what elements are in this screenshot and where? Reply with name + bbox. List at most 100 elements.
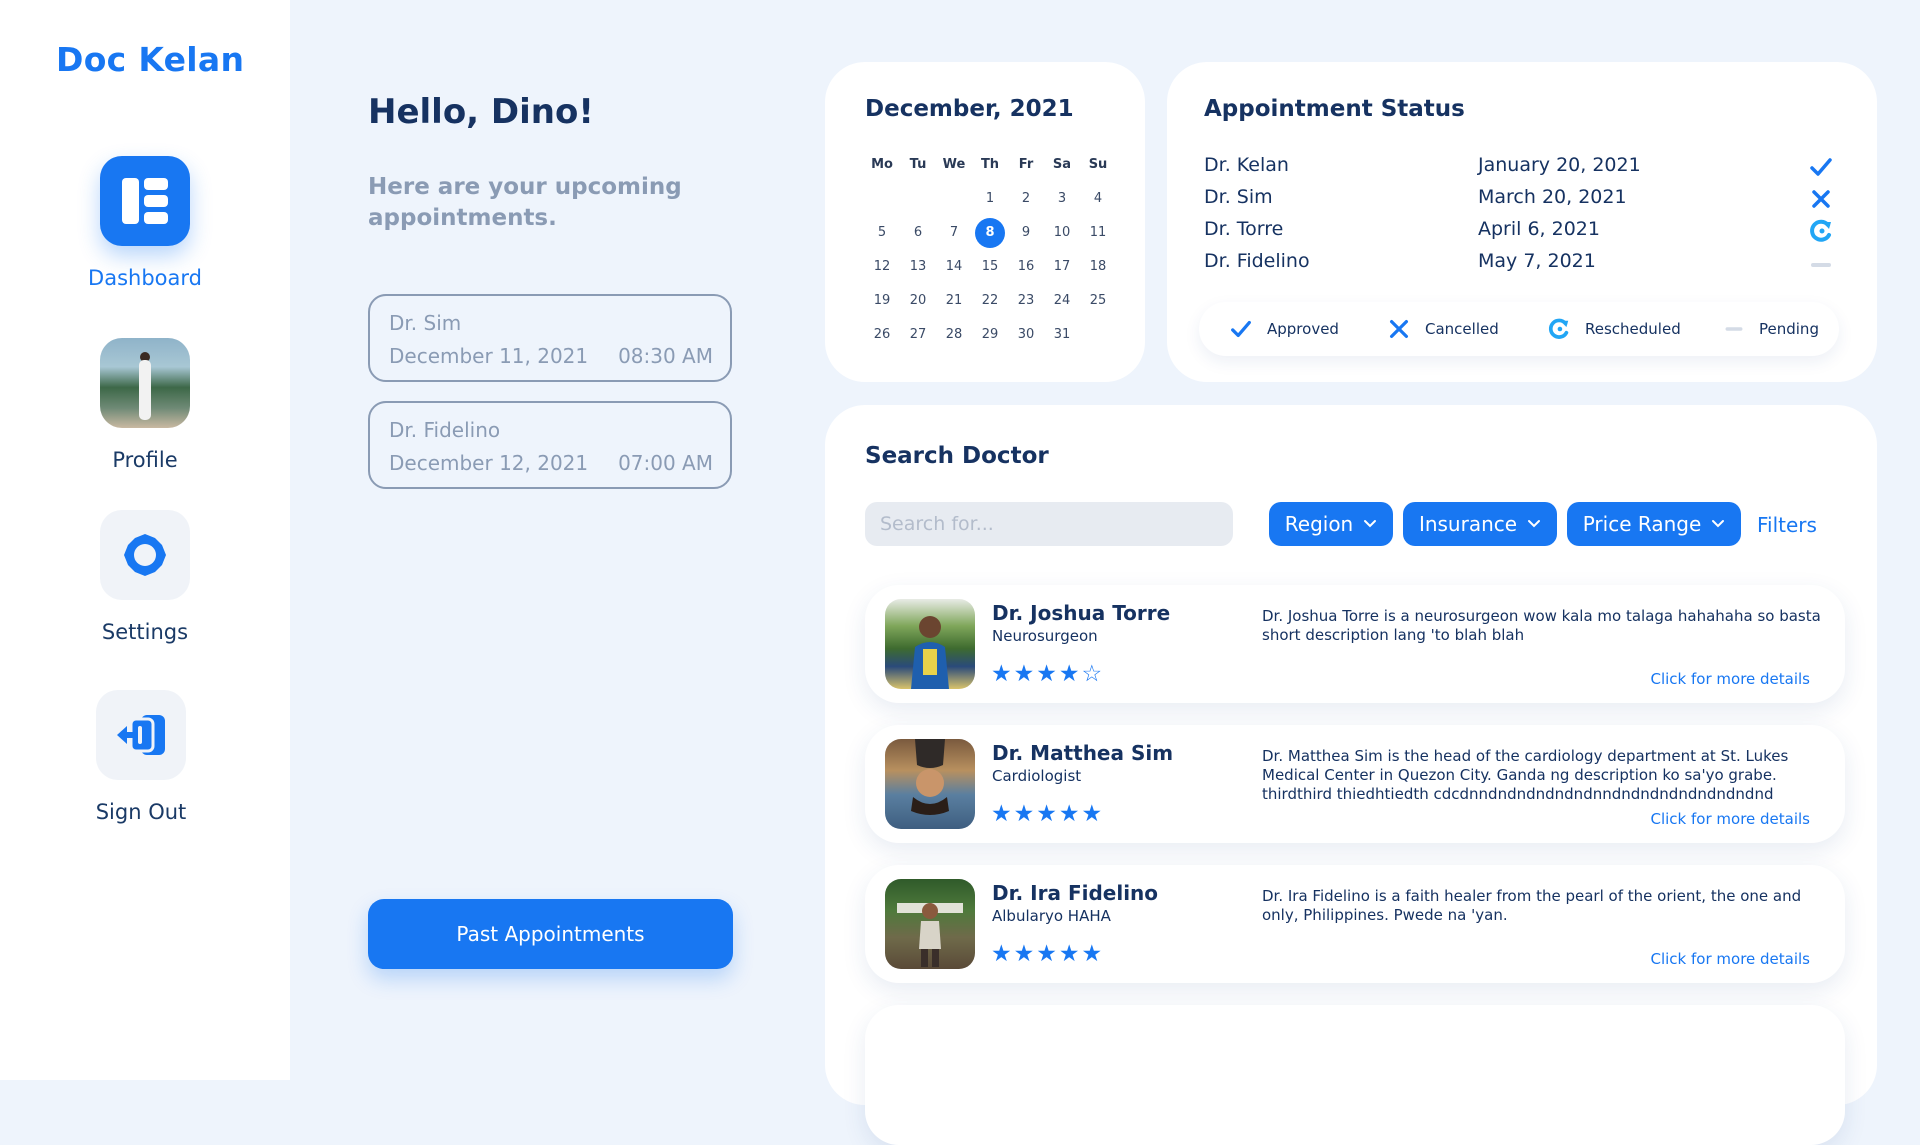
region-dropdown[interactable]: Region [1269, 502, 1393, 546]
x-icon [1812, 190, 1830, 208]
settings-tile[interactable] [100, 510, 190, 600]
calendar-weekday: We [942, 157, 966, 172]
calendar-day[interactable]: 12 [865, 252, 899, 282]
calendar-day[interactable]: 29 [973, 320, 1007, 350]
calendar-day[interactable]: 20 [901, 286, 935, 316]
calendar-day[interactable]: 10 [1045, 218, 1079, 248]
past-appointments-button[interactable]: Past Appointments [368, 899, 733, 969]
calendar-day[interactable]: 28 [937, 320, 971, 350]
avatar[interactable] [100, 338, 190, 428]
pending-icon [1811, 263, 1831, 267]
upcoming-appointment-card[interactable]: Dr. Sim December 11, 2021 08:30 AM [368, 294, 732, 382]
filters-link[interactable]: Filters [1757, 513, 1817, 537]
doctor-name: Dr. Matthea Sim [992, 741, 1174, 765]
calendar-month-title: December, 2021 [865, 96, 1074, 122]
doctor-card[interactable]: Dr. Ira Fidelino Albularyo HAHA ★★★★★ Dr… [865, 865, 1845, 983]
calendar-day[interactable]: 27 [901, 320, 935, 350]
nav-settings[interactable]: Settings [0, 510, 290, 644]
sign-out-icon [117, 715, 165, 755]
search-doctor-card: Search Doctor Region Insurance Price Ran… [825, 405, 1877, 1145]
calendar-day[interactable]: 30 [1009, 320, 1043, 350]
upcoming-appointment-card[interactable]: Dr. Fidelino December 12, 2021 07:00 AM [368, 401, 732, 489]
status-row: Dr. Torre April 6, 2021 [1204, 218, 1834, 248]
appointment-date: December 12, 2021 [389, 451, 589, 475]
chevron-down-icon [1528, 520, 1541, 528]
calendar-day[interactable]: 25 [1081, 286, 1115, 316]
sidebar: Doc Kelan Dashboard Profile Settings Sig… [0, 0, 290, 1080]
nav-sign-out[interactable]: Sign Out [0, 690, 286, 824]
status-date: January 20, 2021 [1478, 154, 1641, 176]
legend-pending: Pending [1723, 302, 1819, 356]
rating-stars: ★★★★★ [991, 941, 1105, 967]
calendar-day[interactable]: 3 [1045, 184, 1079, 214]
doctor-card[interactable]: Dr. Joshua Torre Neurosurgeon ★★★★☆ Dr. … [865, 585, 1845, 703]
calendar-day[interactable]: 24 [1045, 286, 1079, 316]
legend-rescheduled: Rescheduled [1547, 302, 1681, 356]
more-details-link[interactable]: Click for more details [1651, 810, 1811, 828]
calendar-day-selected[interactable]: 8 [973, 218, 1007, 248]
status-date: April 6, 2021 [1478, 218, 1600, 240]
doctor-name: Dr. Ira Fidelino [992, 881, 1159, 905]
doctor-figure [911, 616, 949, 689]
doctor-specialty: Cardiologist [992, 767, 1082, 785]
nav-dashboard[interactable]: Dashboard [0, 156, 290, 290]
calendar-day[interactable]: 19 [865, 286, 899, 316]
doctor-name: Dr. Joshua Torre [992, 601, 1171, 625]
calendar-day[interactable]: 1 [973, 184, 1007, 214]
legend-cancelled: Cancelled [1387, 302, 1499, 356]
calendar-day[interactable]: 11 [1081, 218, 1115, 248]
price-range-dropdown-label: Price Range [1582, 512, 1702, 536]
dashboard-tile[interactable] [100, 156, 190, 246]
status-doctor: Dr. Kelan [1204, 154, 1289, 176]
doctor-figure [911, 739, 949, 815]
doctor-photo [885, 739, 975, 829]
calendar-day[interactable]: 21 [937, 286, 971, 316]
rating-stars: ★★★★☆ [991, 661, 1105, 687]
appointment-time: 08:30 AM [618, 344, 713, 368]
doctor-card[interactable]: Dr. Matthea Sim Cardiologist ★★★★★ Dr. M… [865, 725, 1845, 843]
status-row: Dr. Kelan January 20, 2021 [1204, 154, 1834, 184]
calendar-weekday: Tu [909, 157, 927, 172]
gear-icon [124, 534, 166, 576]
more-details-link[interactable]: Click for more details [1651, 670, 1811, 688]
calendar-day[interactable]: 17 [1045, 252, 1079, 282]
legend-cancelled-label: Cancelled [1425, 320, 1499, 338]
sign-out-tile[interactable] [96, 690, 186, 780]
appointment-doctor: Dr. Sim [389, 311, 462, 335]
nav-profile[interactable]: Profile [0, 338, 290, 472]
calendar-day[interactable]: 7 [937, 218, 971, 248]
status-doctor: Dr. Sim [1204, 186, 1273, 208]
nav-label-profile: Profile [112, 448, 178, 472]
calendar-day[interactable]: 18 [1081, 252, 1115, 282]
calendar-day[interactable]: 31 [1045, 320, 1079, 350]
search-input[interactable] [865, 502, 1233, 546]
calendar-day[interactable]: 23 [1009, 286, 1043, 316]
calendar-day[interactable]: 2 [1009, 184, 1043, 214]
nav-label-sign-out: Sign Out [95, 800, 187, 824]
calendar-day[interactable]: 16 [1009, 252, 1043, 282]
calendar-day[interactable]: 4 [1081, 184, 1115, 214]
calendar-day[interactable]: 9 [1009, 218, 1043, 248]
status-date: May 7, 2021 [1478, 250, 1596, 272]
check-icon [1231, 320, 1251, 338]
dashboard-icon [122, 178, 168, 224]
calendar-day[interactable]: 15 [973, 252, 1007, 282]
greeting-title: Hello, Dino! [368, 92, 594, 132]
more-details-link[interactable]: Click for more details [1651, 950, 1811, 968]
insurance-dropdown-label: Insurance [1418, 512, 1518, 536]
calendar-weekday: Mo [871, 157, 893, 172]
doctor-card-placeholder [865, 1005, 1845, 1145]
calendar-weekday: Sa [1052, 157, 1072, 172]
calendar-day[interactable]: 13 [901, 252, 935, 282]
appointment-status-card: Appointment Status Dr. Kelan January 20,… [1167, 62, 1877, 382]
calendar-day[interactable]: 26 [865, 320, 899, 350]
calendar-day[interactable]: 22 [973, 286, 1007, 316]
calendar-day[interactable]: 14 [937, 252, 971, 282]
calendar-day[interactable]: 6 [901, 218, 935, 248]
price-range-dropdown[interactable]: Price Range [1567, 502, 1741, 546]
status-doctor: Dr. Fidelino [1204, 250, 1310, 272]
doctor-description: Dr. Matthea Sim is the head of the cardi… [1262, 747, 1789, 803]
calendar-day[interactable]: 5 [865, 218, 899, 248]
insurance-dropdown[interactable]: Insurance [1403, 502, 1557, 546]
doctor-photo [885, 599, 975, 689]
